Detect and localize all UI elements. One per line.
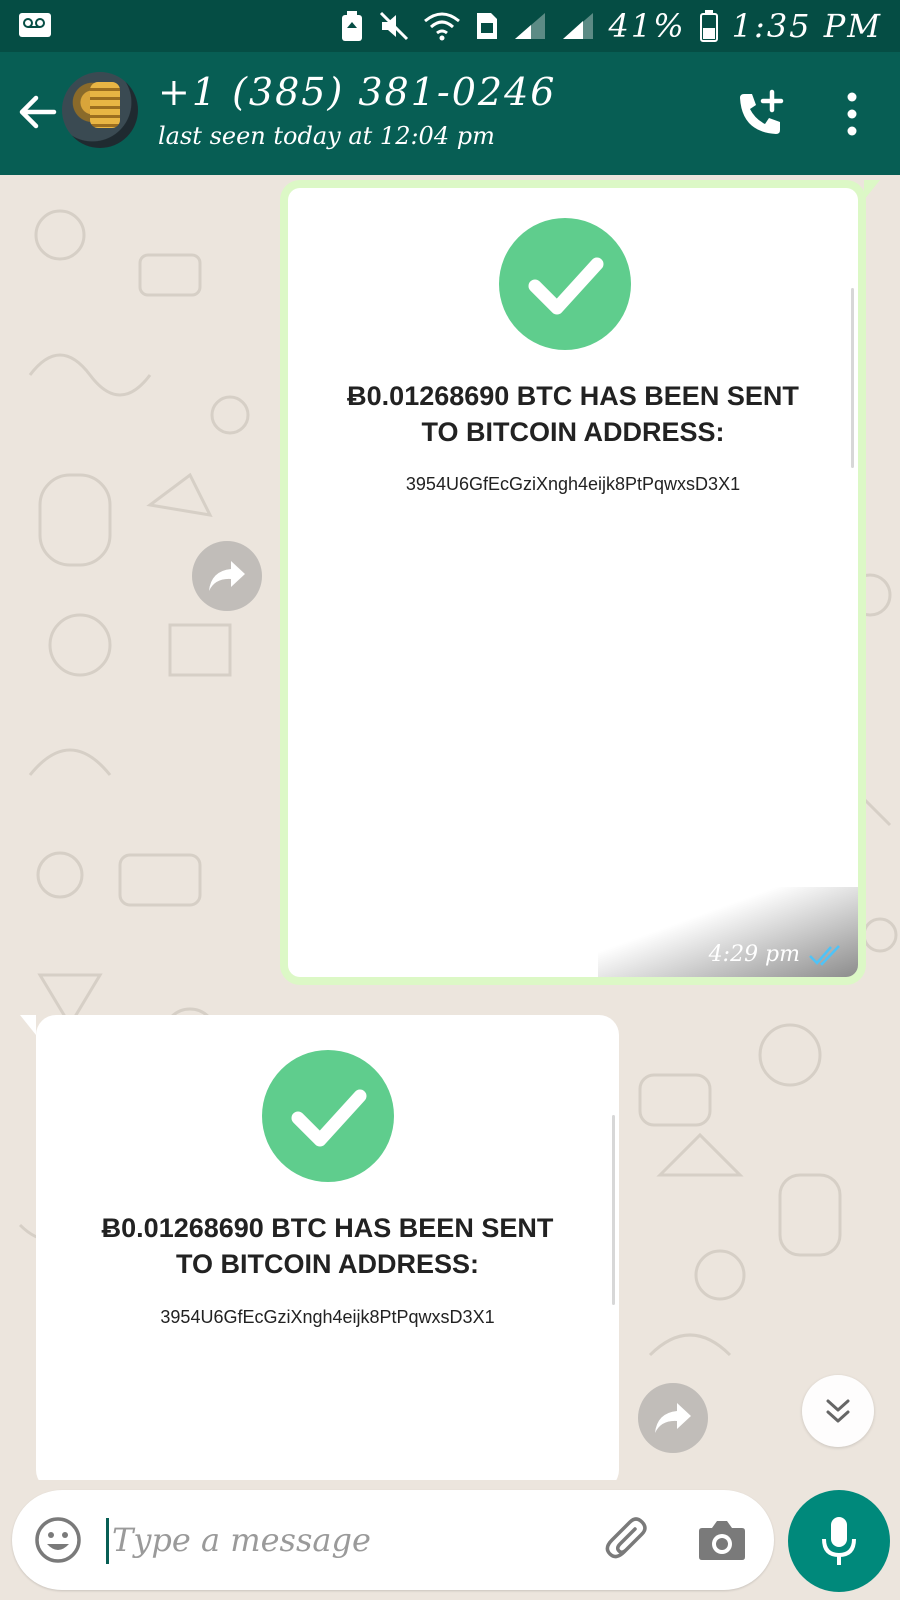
message-composer xyxy=(12,1490,774,1590)
forward-icon xyxy=(655,1403,691,1433)
chat-area[interactable]: Ƀ0.01268690 BTC HAS BEEN SENT TO BITCOIN… xyxy=(0,175,900,1480)
read-ticks-icon xyxy=(809,944,840,966)
message-input[interactable] xyxy=(112,1512,572,1568)
scroll-to-bottom-button[interactable] xyxy=(802,1375,874,1447)
signal-1-icon xyxy=(514,13,545,39)
emoji-icon[interactable] xyxy=(34,1516,82,1564)
bitcoin-address: 3954U6GfEcGziXngh4eijk8PtPqwxsD3X1 xyxy=(405,474,741,494)
contact-avatar[interactable] xyxy=(62,72,138,148)
message-meta: 4:29 pm xyxy=(709,942,844,967)
battery-icon xyxy=(699,10,718,42)
incoming-message[interactable]: Ƀ0.01268690 BTC HAS BEEN SENT TO BITCOIN… xyxy=(20,1015,619,1480)
sent-amount-text: Ƀ0.01268690 BTC HAS BEEN SENT xyxy=(347,381,799,411)
success-check-icon xyxy=(499,218,631,350)
attach-icon[interactable] xyxy=(602,1514,654,1566)
double-chevron-down-icon xyxy=(826,1399,850,1423)
text-cursor xyxy=(106,1518,109,1564)
bitcoin-address: 3954U6GfEcGziXngh4eijk8PtPqwxsD3X1 xyxy=(160,1307,495,1327)
battery-percent: 41% xyxy=(608,7,686,45)
microphone-icon xyxy=(822,1517,856,1565)
payment-screenshot[interactable]: Ƀ0.01268690 BTC HAS BEEN SENT TO BITCOIN… xyxy=(288,188,858,977)
forward-button[interactable] xyxy=(638,1383,708,1453)
message-time: 4:29 pm xyxy=(708,942,800,967)
screenshot-scrollbar xyxy=(612,1115,615,1305)
contact-name[interactable]: +1 (385) 381-0246 xyxy=(158,70,556,114)
screenshot-scrollbar xyxy=(851,288,854,468)
mute-icon xyxy=(379,11,408,41)
back-arrow-icon[interactable] xyxy=(14,88,62,136)
voicemail-icon xyxy=(19,13,51,37)
status-bar: 41% 1:35 PM xyxy=(0,0,900,52)
camera-icon[interactable] xyxy=(696,1516,748,1564)
forward-icon xyxy=(209,561,245,591)
last-seen-status[interactable]: last seen today at 12:04 pm xyxy=(158,122,495,150)
signal-2-icon xyxy=(562,13,593,39)
sim-icon xyxy=(476,13,497,39)
voice-record-button[interactable] xyxy=(788,1490,890,1592)
battery-saver-icon xyxy=(341,11,362,41)
success-check-icon xyxy=(262,1050,394,1182)
sent-amount-text-line2: TO BITCOIN ADDRESS: xyxy=(421,417,725,447)
add-call-icon[interactable] xyxy=(734,88,786,140)
sent-amount-text-line2: TO BITCOIN ADDRESS: xyxy=(175,1249,479,1279)
sent-amount-text: Ƀ0.01268690 BTC HAS BEEN SENT xyxy=(101,1213,554,1243)
chat-header: +1 (385) 381-0246 last seen today at 12:… xyxy=(0,52,900,175)
clock: 1:35 PM xyxy=(731,7,882,45)
forward-button[interactable] xyxy=(192,541,262,611)
wifi-icon xyxy=(423,12,460,41)
outgoing-message[interactable]: Ƀ0.01268690 BTC HAS BEEN SENT TO BITCOIN… xyxy=(280,180,880,985)
more-options-icon[interactable] xyxy=(832,88,872,140)
